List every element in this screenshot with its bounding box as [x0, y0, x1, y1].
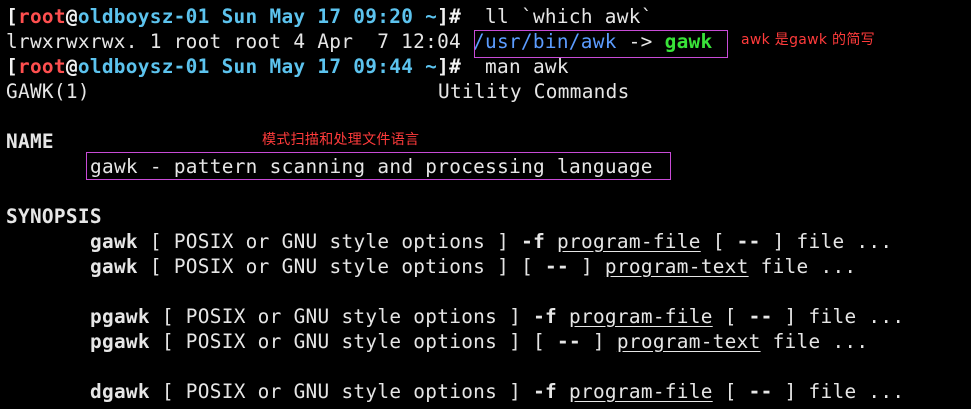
synopsis-argument: program-text [604, 255, 749, 278]
synopsis-double-dash: -- [748, 305, 773, 328]
name-annotation: 模式扫描和处理文件语言 [262, 132, 420, 148]
symlink-highlight-box [474, 30, 728, 58]
synopsis-options-text: [ POSIX or GNU style options ] [137, 230, 522, 253]
synopsis-options-text: [ POSIX or GNU style options ] [149, 305, 534, 328]
synopsis-flag: -f [533, 305, 558, 328]
synopsis-space [557, 380, 569, 403]
synopsis-flag: -f [521, 230, 546, 253]
synopsis-flag: -f [533, 380, 558, 403]
synopsis-argument: program-file [557, 230, 701, 253]
synopsis-tail-text: file ... [748, 255, 857, 278]
prompt-close-bracket: ]# [437, 55, 462, 78]
synopsis-line: gawk [ POSIX or GNU style options ] [ --… [90, 254, 856, 279]
synopsis-double-dash: -- [736, 230, 761, 253]
synopsis-double-dash: -- [545, 255, 569, 278]
synopsis-space [557, 305, 569, 328]
name-section-heading: NAME [6, 130, 54, 153]
man-header-left: GAWK(1) [6, 80, 90, 103]
prompt-host: oldboysz-01 [77, 5, 210, 28]
synopsis-options-text: [ POSIX or GNU style options ] [149, 380, 534, 403]
prompt-user: root [17, 55, 66, 78]
synopsis-tail-text: ] file ... [772, 380, 905, 403]
synopsis-double-dash: -- [748, 380, 773, 403]
synopsis-line: pgawk [ POSIX or GNU style options ] -f … [90, 304, 904, 329]
prompt-open-bracket: [ [6, 5, 18, 28]
prompt-user: root [17, 5, 66, 28]
prompt-path: ~ [425, 5, 438, 28]
synopsis-command: gawk [90, 230, 138, 253]
command-text: man awk [485, 55, 569, 78]
man-header-center: Utility Commands [438, 80, 630, 103]
synopsis-command: dgawk [90, 380, 150, 403]
prompt-date: Sun May 17 09:44 [221, 55, 414, 78]
prompt-host: oldboysz-01 [77, 55, 210, 78]
synopsis-tail-text: ] file ... [772, 305, 905, 328]
synopsis-section-heading: SYNOPSIS [6, 205, 102, 228]
synopsis-line: pgawk [ POSIX or GNU style options ] [ -… [90, 329, 868, 354]
synopsis-line: dgawk [ POSIX or GNU style options ] -f … [90, 379, 904, 404]
synopsis-command: gawk [90, 255, 138, 278]
synopsis-line: gawk [ POSIX or GNU style options ] -f p… [90, 229, 892, 254]
synopsis-command: pgawk [90, 330, 150, 353]
synopsis-bracket-text: ] [568, 255, 605, 278]
synopsis-options-text: [ POSIX or GNU style options ] [ [137, 255, 546, 278]
synopsis-bracket-text: [ [712, 305, 749, 328]
prompt-close-bracket: ]# [437, 5, 462, 28]
synopsis-argument: program-text [616, 330, 761, 353]
synopsis-command: pgawk [90, 305, 150, 328]
synopsis-space [545, 230, 557, 253]
command-text: ll `which awk` [485, 5, 653, 28]
prompt-date: Sun May 17 09:20 [221, 5, 414, 28]
prompt-line-1: [root@oldboysz-01 Sun May 17 09:20 ~]# l… [6, 4, 653, 29]
synopsis-argument: program-file [569, 305, 713, 328]
synopsis-bracket-text: [ [700, 230, 737, 253]
synopsis-double-dash: -- [557, 330, 581, 353]
name-highlight-box [86, 152, 671, 180]
synopsis-argument: program-file [569, 380, 713, 403]
synopsis-tail-text: ] file ... [760, 230, 893, 253]
prompt-path: ~ [425, 55, 438, 78]
prompt-at: @ [65, 5, 78, 28]
awk-annotation: awk 是gawk 的简写 [741, 32, 875, 48]
synopsis-options-text: [ POSIX or GNU style options ] [ [149, 330, 557, 353]
terminal-window[interactable]: [root@oldboysz-01 Sun May 17 09:20 ~]# l… [0, 0, 971, 409]
synopsis-tail-text: file ... [760, 330, 869, 353]
synopsis-bracket-text: ] [580, 330, 617, 353]
prompt-at: @ [65, 55, 78, 78]
prompt-open-bracket: [ [6, 55, 18, 78]
ls-permissions-info: lrwxrwxrwx. 1 root root 4 Apr 7 12:04 [6, 30, 473, 53]
synopsis-bracket-text: [ [712, 380, 749, 403]
